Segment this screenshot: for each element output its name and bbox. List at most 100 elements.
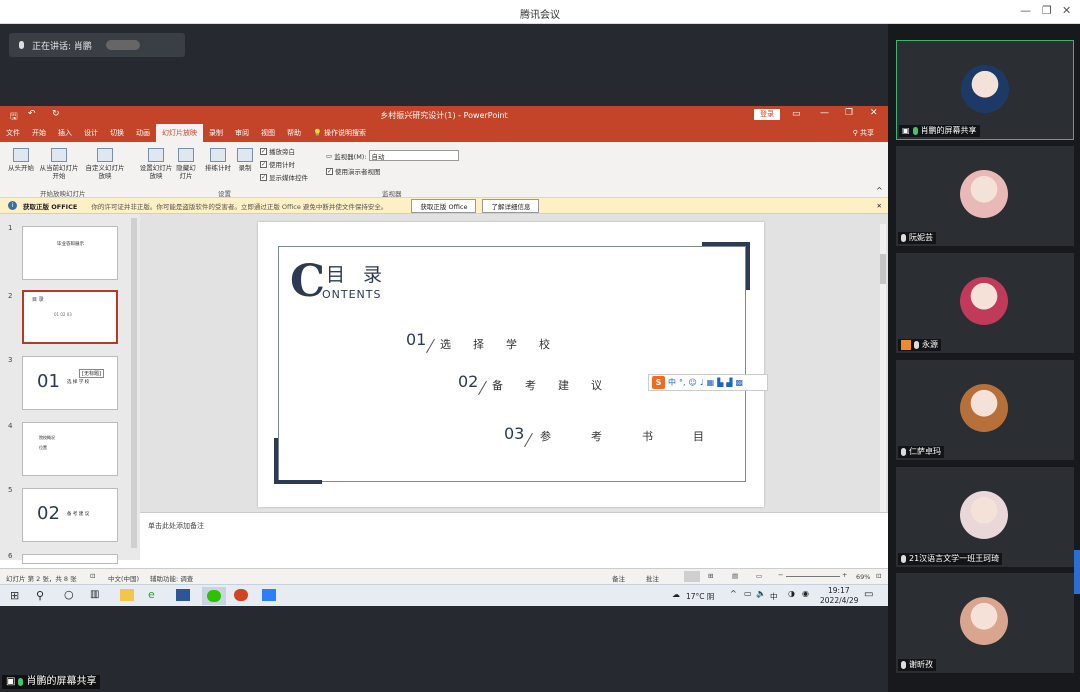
monitor-select[interactable]: 自动 [368,150,459,161]
slide-scrollbar-thumb[interactable] [880,254,886,284]
minimize-icon[interactable]: — [1020,4,1031,17]
slide-scrollbar[interactable] [880,224,886,534]
tray-chevron-icon[interactable]: ^ [730,589,737,598]
zoom-level[interactable]: 69% [856,573,870,581]
panel-collapse-handle[interactable] [1074,550,1080,594]
thumb-scrollbar[interactable] [131,218,137,548]
thumb-slide-6[interactable] [22,554,118,564]
monitor-icon: ▭ [326,151,333,160]
windows-start-icon[interactable]: ⊞ [10,589,19,602]
tab-insert[interactable]: 插入 [52,124,78,142]
search-icon[interactable]: ⚲ [36,589,44,602]
clock-date[interactable]: 2022/4/29 [820,596,858,605]
language[interactable]: 中文(中国) [108,573,139,583]
learn-more-button[interactable]: 了解详细信息 [482,198,540,213]
tab-transitions[interactable]: 切换 [104,124,130,142]
file-explorer-icon[interactable] [120,589,134,601]
participant-tile[interactable]: 谢昕孜 [896,573,1074,673]
tell-me-search[interactable]: 💡 操作说明搜索 [307,124,372,142]
clock-time[interactable]: 19:17 [828,586,850,595]
normal-view-icon[interactable] [684,571,700,582]
zoom-out-icon[interactable]: − [778,571,783,579]
weather[interactable]: 17°C 阴 [686,591,714,602]
tab-review[interactable]: 审阅 [229,124,255,142]
reading-view-icon[interactable]: ▤ [732,572,738,580]
fit-slide-icon[interactable]: ⊡ [876,572,881,580]
comments-button[interactable]: 批注 [646,573,659,583]
rehearse-button[interactable]: 排练计时 [202,148,234,172]
from-start-button[interactable]: 从头开始 [6,148,36,172]
ppt-restore-icon[interactable]: ❐ [845,108,853,118]
tab-animations[interactable]: 动画 [130,124,156,142]
cortana-icon[interactable]: ○ [64,588,74,601]
app-tray-icon[interactable]: ◉ [802,589,809,598]
share-button[interactable]: ⚲ 共享 [853,128,874,138]
login-button[interactable]: 登录 [754,109,780,120]
participant-tile[interactable]: ▣ 肖鹏的屏幕共享 [896,40,1074,140]
sorter-view-icon[interactable]: ⊞ [708,572,713,580]
ppt-minimize-icon[interactable]: — [820,108,829,118]
sogou-tray-icon[interactable]: ◑ [788,589,795,598]
ime-toolbar[interactable]: S 中 °, ☺ ♩ ▦ ▙ ▟ ▩ [648,374,768,391]
thumb-slide-5[interactable]: 02 备 考 建 议 [22,488,118,542]
tab-view[interactable]: 视图 [255,124,281,142]
current-slide[interactable]: C 目 录 ONTENTS 01 选择学校 02 备考建议 03 参考书目 [258,222,764,507]
zoom-in-icon[interactable]: + [842,571,847,579]
tab-file[interactable]: 文件 [0,124,26,142]
keyboard-icon[interactable]: ▦ [707,378,715,387]
warning-close-icon[interactable]: ✕ [877,202,882,210]
input-lang[interactable]: 中 [770,591,778,602]
chk-presenter-view[interactable]: ✓ 使用演示者视图 [326,166,381,176]
ime-mode[interactable]: 中 [668,377,676,388]
notes-pane[interactable]: 单击此处添加备注 [140,512,888,568]
collapse-ribbon-icon[interactable]: ^ [876,186,883,195]
tab-help[interactable]: 帮助 [281,124,307,142]
zoom-slider[interactable] [786,576,840,577]
powerpoint-icon[interactable] [234,589,248,601]
tab-home[interactable]: 开始 [26,124,52,142]
participant-tile[interactable]: 仁萨卓玛 [896,360,1074,460]
wechat-taskbar[interactable] [202,587,226,605]
participant-tile[interactable]: 21汉语言文学一班王珂琦 [896,467,1074,567]
taskview-icon[interactable]: ▥ [90,589,99,600]
word-icon[interactable] [176,589,190,601]
ribbon-display-icon[interactable]: ▭ [792,109,801,119]
restore-icon[interactable]: ❐ [1042,4,1052,17]
skin-icon[interactable]: ▟ [726,378,732,387]
thumb-slide-2[interactable]: 目 录 01 02 03 [22,290,118,344]
hide-slide-button[interactable]: 隐藏幻灯片 [174,148,198,180]
tab-design[interactable]: 设计 [78,124,104,142]
emoji-icon[interactable]: ☺ [689,378,697,387]
chk-media[interactable]: ✓ 显示媒体控件 [260,172,308,182]
tab-record[interactable]: 录制 [203,124,229,142]
accessibility[interactable]: 辅助功能: 调查 [150,573,193,583]
thumb-slide-3[interactable]: 01 选 择 学 校 [无标题] [22,356,118,410]
tab-slideshow[interactable]: 幻灯片放映 [156,124,203,142]
network-icon[interactable]: ▭ [744,589,752,598]
tencent-meeting-icon[interactable] [262,589,276,601]
chk-narration[interactable]: ✓ 播放旁白 [260,146,295,156]
menu-icon[interactable]: ▩ [736,378,744,387]
custom-show-button[interactable]: 自定义幻灯片放映 [84,148,126,180]
edge-icon[interactable]: e [148,588,155,601]
voice-icon[interactable]: ♩ [700,378,704,387]
close-icon[interactable]: ✕ [1062,4,1071,17]
participant-tile[interactable]: 永源 [896,253,1074,353]
ppt-close-icon[interactable]: ✕ [870,108,878,118]
volume-icon[interactable]: 🔈 [756,589,766,598]
slideshow-view-icon[interactable]: ▭ [756,572,762,580]
weather-icon[interactable]: ☁ [672,590,680,599]
punctuation-icon[interactable]: °, [679,378,686,387]
notes-button[interactable]: 备注 [612,573,625,583]
from-current-button[interactable]: 从当前幻灯片开始 [38,148,80,180]
chk-timing[interactable]: ✓ 使用计时 [260,159,295,169]
setup-show-button[interactable]: 设置幻灯片放映 [138,148,174,180]
record-button[interactable]: 录制 [234,148,256,172]
thumb-slide-1[interactable]: 毕业答辩展示 [22,226,118,280]
notifications-icon[interactable]: ▭ [864,589,873,600]
toolbox-icon[interactable]: ▙ [717,378,723,387]
spellcheck-icon[interactable]: ⊡ [90,572,95,580]
get-genuine-button[interactable]: 获取正版 Office [411,198,477,213]
participant-tile[interactable]: 阮妮芸 [896,146,1074,246]
thumb-slide-4[interactable]: 院校概况 位置 [22,422,118,476]
